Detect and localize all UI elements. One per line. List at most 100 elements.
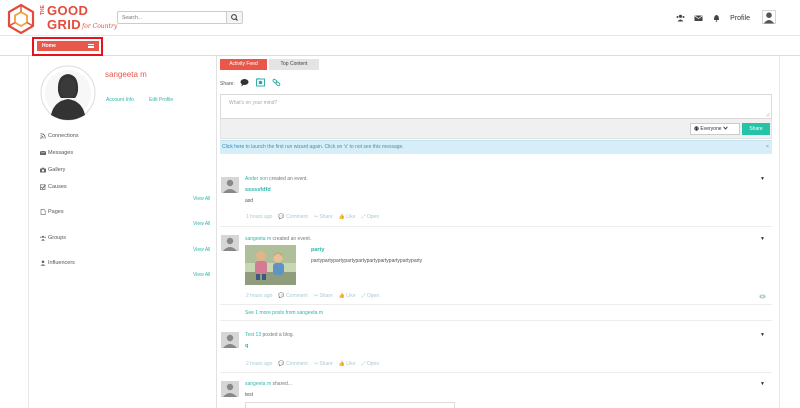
post-timestamp: 2 hours ago — [246, 293, 273, 299]
logo-hexagon-icon — [7, 4, 35, 34]
post-title-link[interactable]: sssssfdfd — [245, 187, 271, 193]
post-author-avatar[interactable] — [221, 177, 239, 193]
post-menu-caret-icon[interactable]: ▼ — [760, 332, 765, 338]
photo-icon[interactable] — [256, 78, 265, 87]
camera-icon — [40, 167, 46, 173]
search-button[interactable] — [226, 11, 243, 24]
sidebar-item-influencers[interactable]: Influencers — [40, 260, 75, 266]
checkbox-icon — [40, 184, 46, 190]
comment-button[interactable]: 💬 Comment — [278, 214, 307, 220]
tab-top-content[interactable]: Top Content — [269, 59, 319, 70]
sidebar-item-messages[interactable]: Messages — [40, 150, 73, 156]
post-action-bar: 2 hours ago 💬 Comment ↪ Share 👍 Like ⤢ O… — [246, 361, 379, 367]
like-button[interactable]: 👍 Like — [339, 293, 356, 299]
post-action-text: shared... — [271, 381, 292, 387]
like-button[interactable]: 👍 Like — [339, 214, 356, 220]
envelope-icon[interactable] — [694, 14, 703, 22]
sidebar-item-pages[interactable]: Pages — [40, 209, 64, 215]
profile-avatar-icon[interactable] — [40, 65, 96, 121]
post-body: partypartypartypartypartypartypartyparty… — [311, 258, 423, 264]
like-label: Like — [346, 214, 356, 220]
sidebar-item-label: Gallery — [48, 167, 66, 173]
share-post-button[interactable]: ↪ Share — [314, 214, 333, 220]
post-header: Test 13 posted a blog. — [245, 332, 294, 338]
comment-button[interactable]: 💬 Comment — [278, 361, 307, 367]
post-header: Ander son created an event. — [245, 176, 308, 182]
post-author-link[interactable]: sangeeta m — [245, 236, 271, 242]
sidebar-item-groups[interactable]: Groups — [40, 235, 66, 241]
view-all-influencers-link[interactable]: View All — [193, 272, 210, 278]
post-author-link[interactable]: Test 13 — [245, 332, 261, 338]
brand-logo[interactable]: THE GOOD GRID for Country — [6, 3, 117, 34]
like-label: Like — [346, 361, 356, 367]
status-composer-input[interactable] — [220, 94, 772, 119]
menu-bars-icon[interactable] — [88, 44, 94, 48]
share-button[interactable]: Share — [742, 123, 770, 135]
link-icon[interactable] — [272, 78, 281, 87]
post-divider — [220, 320, 772, 321]
wizard-alert-message: to launch the first run wizard again. Cl… — [244, 144, 404, 150]
post-menu-caret-icon[interactable]: ▼ — [760, 176, 765, 182]
sidebar-item-connections[interactable]: Connections — [40, 133, 79, 139]
view-all-pages-link[interactable]: View All — [193, 221, 210, 227]
post-author-avatar[interactable] — [221, 235, 239, 251]
event-photo[interactable] — [245, 245, 296, 285]
resize-handle-icon[interactable] — [765, 112, 770, 117]
sidebar-item-label: Groups — [48, 235, 67, 241]
post-title-link[interactable]: party — [311, 247, 324, 253]
post-action-text: posted a blog. — [261, 332, 294, 338]
account-info-link[interactable]: Account Info — [106, 97, 134, 103]
comment-button[interactable]: 💬 Comment — [278, 293, 307, 299]
see-more-posts-link[interactable]: See 1 more posts from sangeeta m — [245, 310, 323, 316]
user-avatar-icon[interactable] — [762, 10, 776, 24]
sidebar-item-label: Connections — [48, 133, 79, 139]
rss-icon — [40, 133, 46, 139]
logo-text-grid: GRID — [47, 17, 82, 32]
post-timestamp: 1 hours ago — [246, 214, 273, 220]
view-all-causes-link[interactable]: View All — [193, 196, 210, 202]
shared-content-embed[interactable] — [245, 402, 455, 408]
open-button[interactable]: ⤢ Open — [361, 361, 379, 367]
privacy-dropdown[interactable]: Everyone — [690, 123, 740, 135]
post-author-avatar[interactable] — [221, 381, 239, 397]
open-button[interactable]: ⤢ Open — [361, 214, 379, 220]
open-button[interactable]: ⤢ Open — [361, 293, 379, 299]
speech-bubble-icon[interactable] — [240, 78, 249, 87]
post-title-link[interactable]: q — [245, 343, 248, 349]
profile-link[interactable]: Profile — [730, 15, 750, 22]
post-body: asd — [245, 198, 254, 204]
sidebar-item-causes[interactable]: Causes — [40, 184, 67, 190]
post-author-link[interactable]: Ander son — [245, 176, 268, 182]
share-post-button[interactable]: ↪ Share — [314, 293, 333, 299]
post-menu-caret-icon[interactable]: ▼ — [760, 236, 765, 242]
sidebar-item-label: Messages — [48, 150, 74, 156]
post-menu-caret-icon[interactable]: ▼ — [760, 381, 765, 387]
tab-activity-feed[interactable]: Activity Feed — [220, 59, 267, 70]
wizard-alert-text: Click here to launch the first run wizar… — [222, 144, 404, 150]
post-divider — [220, 226, 772, 227]
sidebar-item-label: Pages — [48, 209, 64, 215]
search-input[interactable] — [117, 11, 227, 24]
post-author-avatar[interactable] — [221, 332, 239, 348]
comment-label: Comment — [286, 361, 308, 367]
sidebar-item-gallery[interactable]: Gallery — [40, 167, 65, 173]
profile-name[interactable]: sangeeta m — [105, 70, 147, 79]
eye-icon[interactable] — [759, 294, 766, 299]
post-author-link[interactable]: sangeeta m — [245, 381, 271, 387]
comment-label: Comment — [286, 293, 308, 299]
search-icon — [231, 14, 238, 21]
share-post-button[interactable]: ↪ Share — [314, 361, 333, 367]
edit-profile-link[interactable]: Edit Profile — [149, 97, 173, 103]
privacy-value: Everyone — [700, 126, 722, 132]
wizard-launch-link[interactable]: Click here — [222, 144, 244, 150]
secondary-navbar — [0, 36, 800, 56]
sidebar-item-label: Influencers — [48, 260, 75, 266]
logo-tagline: for Country — [82, 23, 118, 30]
close-icon[interactable]: × — [766, 144, 769, 150]
home-label: Home — [42, 43, 56, 49]
home-button[interactable]: Home — [37, 41, 99, 51]
view-all-groups-link[interactable]: View All — [193, 247, 210, 253]
users-icon[interactable] — [676, 14, 685, 22]
like-button[interactable]: 👍 Like — [339, 361, 356, 367]
bell-icon[interactable] — [712, 14, 721, 22]
